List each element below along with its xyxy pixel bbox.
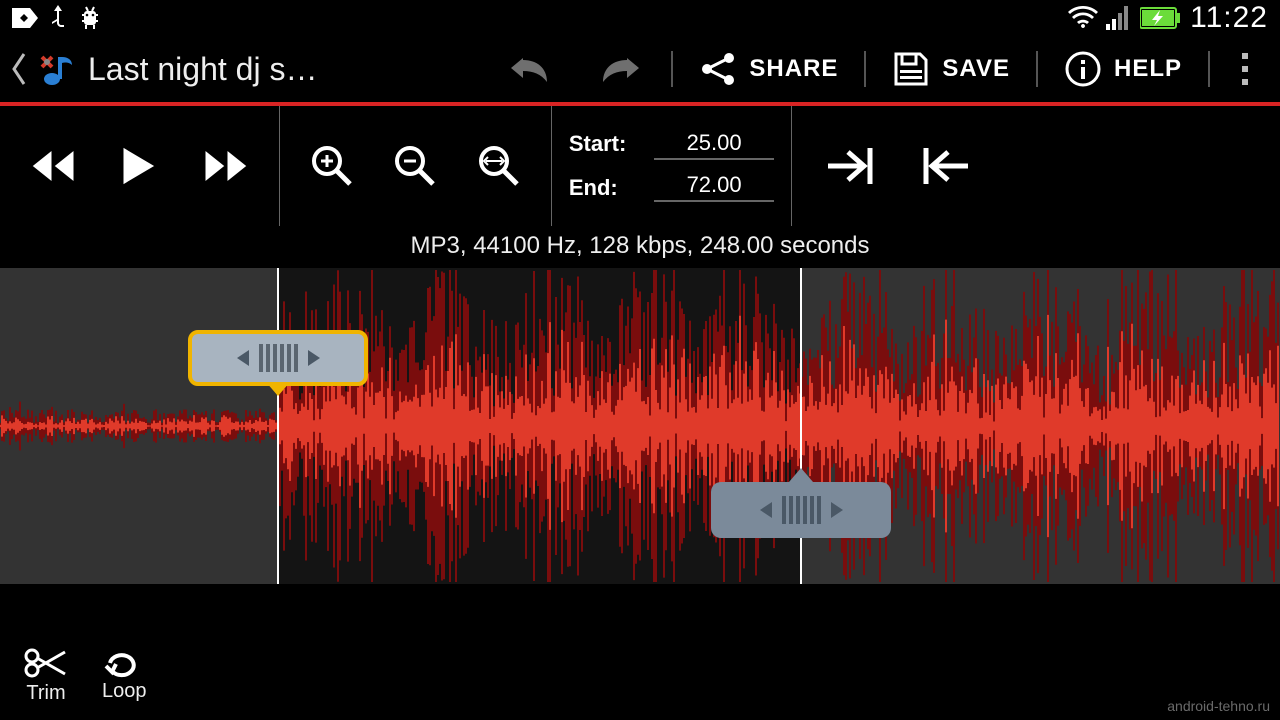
- redo-button[interactable]: [579, 34, 663, 104]
- action-bar: Last night dj s… SHARE SAVE HELP: [0, 36, 1280, 106]
- controls-row: Start: End:: [0, 106, 1280, 226]
- loop-button[interactable]: Loop: [102, 648, 147, 703]
- zoom-fit-button[interactable]: [471, 138, 527, 194]
- set-start-to-playhead-button[interactable]: [822, 138, 878, 194]
- debug-icon: [78, 5, 102, 31]
- share-label: SHARE: [749, 55, 838, 83]
- signal-icon: [1106, 6, 1132, 30]
- watermark: android-tehno.ru: [1167, 698, 1270, 714]
- zoom-in-button[interactable]: [304, 138, 360, 194]
- selection-start-line[interactable]: [277, 268, 279, 584]
- fast-forward-button[interactable]: [198, 138, 254, 194]
- tag-icon: [12, 8, 38, 28]
- start-label: Start:: [569, 131, 626, 157]
- audio-info: MP3, 44100 Hz, 128 kbps, 248.00 seconds: [0, 226, 1280, 268]
- app-icon: [36, 47, 80, 91]
- help-label: HELP: [1114, 55, 1182, 83]
- trim-button[interactable]: Trim: [24, 646, 68, 705]
- save-button[interactable]: SAVE: [874, 34, 1028, 104]
- status-bar: 11:22: [0, 0, 1280, 36]
- end-label: End:: [569, 175, 626, 201]
- divider: [1208, 51, 1210, 87]
- selection-start-handle[interactable]: [188, 330, 368, 386]
- divider: [671, 51, 673, 87]
- waveform-view[interactable]: [0, 268, 1280, 584]
- back-button[interactable]: [8, 52, 28, 86]
- rewind-button[interactable]: [25, 138, 81, 194]
- wifi-icon: [1068, 6, 1098, 30]
- help-button[interactable]: HELP: [1046, 34, 1200, 104]
- zoom-out-button[interactable]: [387, 138, 443, 194]
- selection-end-handle[interactable]: [711, 482, 891, 538]
- end-field[interactable]: [654, 172, 774, 202]
- battery-icon: [1140, 7, 1182, 29]
- share-button[interactable]: SHARE: [681, 34, 856, 104]
- start-field[interactable]: [654, 130, 774, 160]
- clock: 11:22: [1190, 1, 1268, 35]
- play-button[interactable]: [111, 138, 167, 194]
- divider: [1036, 51, 1038, 87]
- save-label: SAVE: [942, 55, 1010, 83]
- loop-label: Loop: [102, 680, 147, 703]
- usb-icon: [48, 5, 68, 31]
- trim-label: Trim: [26, 682, 65, 705]
- set-end-to-playhead-button[interactable]: [918, 138, 974, 194]
- undo-button[interactable]: [487, 34, 571, 104]
- file-title[interactable]: Last night dj s…: [88, 51, 317, 88]
- overflow-menu-button[interactable]: [1218, 34, 1272, 104]
- bottom-bar: Trim Loop: [0, 630, 1280, 720]
- divider: [864, 51, 866, 87]
